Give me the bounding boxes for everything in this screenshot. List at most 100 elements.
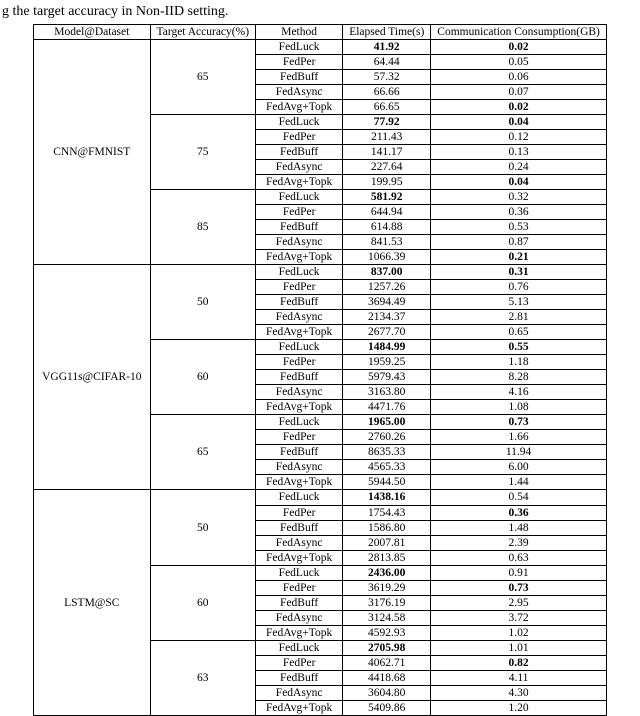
col-model: Model@Dataset [34, 25, 150, 40]
elapsed-cell: 3124.58 [343, 610, 431, 625]
method-cell: FedPer [256, 505, 343, 520]
comm-cell: 11.94 [431, 445, 607, 460]
elapsed-cell: 211.43 [343, 130, 431, 145]
table-row: VGG11s@CIFAR-1050FedLuck837.000.31 [34, 265, 607, 280]
method-cell: FedAsync [256, 160, 343, 175]
elapsed-cell: 1586.80 [343, 520, 431, 535]
method-cell: FedAvg+Topk [256, 625, 343, 640]
comm-cell: 0.04 [431, 115, 607, 130]
elapsed-cell: 837.00 [343, 265, 431, 280]
method-cell: FedLuck [256, 40, 343, 55]
header-row: Model@Dataset Target Accuracy(%) Method … [34, 25, 607, 40]
elapsed-cell: 614.88 [343, 220, 431, 235]
elapsed-cell: 1484.99 [343, 340, 431, 355]
method-cell: FedAsync [256, 685, 343, 700]
comm-cell: 0.36 [431, 505, 607, 520]
target-cell: 60 [150, 565, 256, 640]
elapsed-cell: 4062.71 [343, 655, 431, 670]
comm-cell: 0.12 [431, 130, 607, 145]
table-row: CNN@FMNIST65FedLuck41.920.02 [34, 40, 607, 55]
elapsed-cell: 2007.81 [343, 535, 431, 550]
comm-cell: 4.16 [431, 385, 607, 400]
comm-cell: 1.08 [431, 400, 607, 415]
method-cell: FedAvg+Topk [256, 475, 343, 490]
method-cell: FedBuff [256, 220, 343, 235]
comm-cell: 0.54 [431, 490, 607, 505]
comm-cell: 2.81 [431, 310, 607, 325]
elapsed-cell: 66.66 [343, 85, 431, 100]
comm-cell: 0.36 [431, 205, 607, 220]
elapsed-cell: 2760.26 [343, 430, 431, 445]
elapsed-cell: 5944.50 [343, 475, 431, 490]
comm-cell: 1.66 [431, 430, 607, 445]
method-cell: FedPer [256, 280, 343, 295]
elapsed-cell: 1257.26 [343, 280, 431, 295]
elapsed-cell: 8635.33 [343, 445, 431, 460]
method-cell: FedPer [256, 130, 343, 145]
elapsed-cell: 66.65 [343, 100, 431, 115]
elapsed-cell: 4471.76 [343, 400, 431, 415]
elapsed-cell: 1959.25 [343, 355, 431, 370]
comm-cell: 1.01 [431, 640, 607, 655]
comm-cell: 0.91 [431, 565, 607, 580]
comm-cell: 0.76 [431, 280, 607, 295]
comm-cell: 0.24 [431, 160, 607, 175]
target-cell: 85 [150, 190, 256, 265]
elapsed-cell: 3604.80 [343, 685, 431, 700]
comm-cell: 0.31 [431, 265, 607, 280]
comm-cell: 8.28 [431, 370, 607, 385]
comm-cell: 0.21 [431, 250, 607, 265]
method-cell: FedLuck [256, 565, 343, 580]
method-cell: FedAvg+Topk [256, 100, 343, 115]
target-cell: 50 [150, 265, 256, 340]
method-cell: FedLuck [256, 640, 343, 655]
comm-cell: 0.63 [431, 550, 607, 565]
elapsed-cell: 227.64 [343, 160, 431, 175]
col-comm: Communication Consumption(GB) [431, 25, 607, 40]
comm-cell: 5.13 [431, 295, 607, 310]
method-cell: FedBuff [256, 370, 343, 385]
elapsed-cell: 4592.93 [343, 625, 431, 640]
comm-cell: 0.65 [431, 325, 607, 340]
elapsed-cell: 841.53 [343, 235, 431, 250]
comm-cell: 1.48 [431, 520, 607, 535]
method-cell: FedAsync [256, 235, 343, 250]
target-cell: 65 [150, 415, 256, 490]
method-cell: FedAsync [256, 535, 343, 550]
method-cell: FedLuck [256, 490, 343, 505]
method-cell: FedBuff [256, 670, 343, 685]
comm-cell: 3.72 [431, 610, 607, 625]
comm-cell: 1.20 [431, 700, 607, 715]
elapsed-cell: 4565.33 [343, 460, 431, 475]
method-cell: FedBuff [256, 145, 343, 160]
comm-cell: 0.13 [431, 145, 607, 160]
elapsed-cell: 57.32 [343, 70, 431, 85]
comm-cell: 0.82 [431, 655, 607, 670]
col-target: Target Accuracy(%) [150, 25, 256, 40]
elapsed-cell: 1438.16 [343, 490, 431, 505]
method-cell: FedLuck [256, 190, 343, 205]
comm-cell: 1.02 [431, 625, 607, 640]
comm-cell: 0.55 [431, 340, 607, 355]
comm-cell: 1.18 [431, 355, 607, 370]
elapsed-cell: 2813.85 [343, 550, 431, 565]
comm-cell: 0.05 [431, 55, 607, 70]
elapsed-cell: 2677.70 [343, 325, 431, 340]
model-cell: VGG11s@CIFAR-10 [34, 265, 150, 490]
comm-cell: 0.07 [431, 85, 607, 100]
table-row: LSTM@SC50FedLuck1438.160.54 [34, 490, 607, 505]
comm-cell: 0.06 [431, 70, 607, 85]
target-cell: 63 [150, 640, 256, 715]
comm-cell: 2.95 [431, 595, 607, 610]
comm-cell: 1.44 [431, 475, 607, 490]
comm-cell: 0.73 [431, 580, 607, 595]
method-cell: FedPer [256, 355, 343, 370]
method-cell: FedBuff [256, 520, 343, 535]
method-cell: FedAvg+Topk [256, 175, 343, 190]
elapsed-cell: 2436.00 [343, 565, 431, 580]
method-cell: FedAsync [256, 610, 343, 625]
method-cell: FedAvg+Topk [256, 550, 343, 565]
comm-cell: 2.39 [431, 535, 607, 550]
model-cell: CNN@FMNIST [34, 40, 150, 265]
comm-cell: 4.30 [431, 685, 607, 700]
